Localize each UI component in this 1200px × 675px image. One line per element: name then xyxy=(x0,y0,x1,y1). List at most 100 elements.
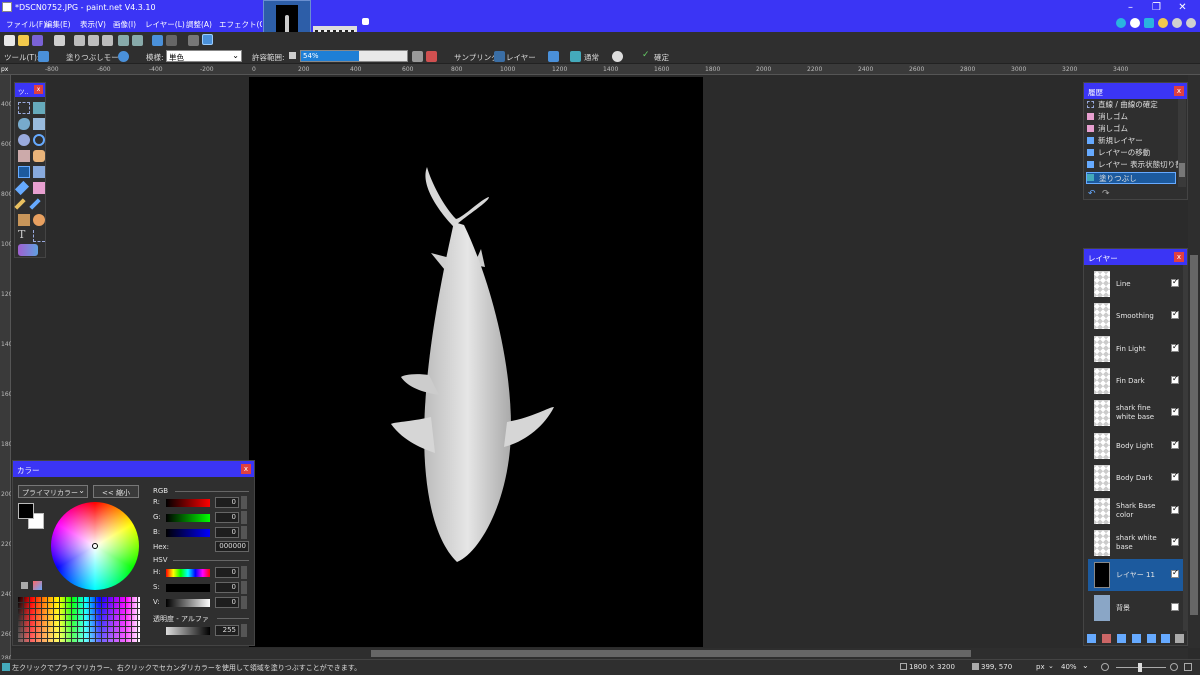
menu-image[interactable]: 画像(I) xyxy=(113,19,136,30)
paint-bucket-tool-icon[interactable] xyxy=(18,166,30,178)
layer-row[interactable]: Line xyxy=(1088,268,1183,300)
layer-visibility-checkbox[interactable] xyxy=(1171,536,1179,546)
pan-tool-icon[interactable] xyxy=(33,150,45,162)
move-selection-tool-icon[interactable] xyxy=(33,118,45,130)
gradient-tool-icon[interactable] xyxy=(33,166,45,178)
layer-visibility-checkbox[interactable] xyxy=(1171,374,1179,384)
image-canvas[interactable] xyxy=(249,77,703,647)
layer-row[interactable]: shark fine white base xyxy=(1088,397,1183,429)
value-slider[interactable] xyxy=(166,599,210,607)
tools-toggle-icon[interactable] xyxy=(1116,18,1126,28)
menu-edit[interactable]: 編集(E) xyxy=(45,19,71,30)
red-spinner[interactable] xyxy=(241,496,247,509)
antialias-icon[interactable] xyxy=(412,51,423,62)
alpha-spinner[interactable] xyxy=(241,624,247,637)
cut-icon[interactable] xyxy=(74,35,85,46)
blue-spinner[interactable] xyxy=(241,526,247,539)
new-file-icon[interactable] xyxy=(4,35,15,46)
blend-mode-icon[interactable] xyxy=(570,51,581,62)
settings-gear-icon[interactable] xyxy=(1172,18,1182,28)
green-value-field[interactable]: 0 xyxy=(215,512,239,523)
merge-down-icon[interactable] xyxy=(1132,634,1141,643)
blue-value-field[interactable]: 0 xyxy=(215,527,239,538)
red-value-field[interactable]: 0 xyxy=(215,497,239,508)
layer-visibility-checkbox[interactable] xyxy=(1171,309,1179,319)
selection-mode-icon[interactable] xyxy=(548,51,559,62)
save-icon[interactable] xyxy=(32,35,43,46)
value-spinner[interactable] xyxy=(241,596,247,609)
pencil-tool-icon[interactable] xyxy=(14,198,26,210)
layer-visibility-checkbox[interactable] xyxy=(1171,406,1179,416)
layer-visibility-checkbox[interactable] xyxy=(1171,504,1179,514)
history-scrollbar-thumb[interactable] xyxy=(1179,163,1185,177)
zoom-slider-thumb[interactable] xyxy=(1138,663,1142,672)
tab-dropdown-icon[interactable] xyxy=(362,18,369,25)
shapes-tool-icon[interactable] xyxy=(18,244,38,256)
ellipse-select-tool-icon[interactable] xyxy=(18,134,30,146)
history-item[interactable]: 直線 / 曲線の確定 xyxy=(1086,99,1176,111)
chevron-down-icon[interactable]: ⌄ xyxy=(1082,661,1089,670)
paintbrush-tool-icon[interactable] xyxy=(14,180,30,196)
zoom-out-icon[interactable] xyxy=(1101,663,1109,671)
layer-row[interactable]: shark white base xyxy=(1088,527,1183,559)
green-slider[interactable] xyxy=(166,514,210,522)
history-scrollbar[interactable] xyxy=(1178,99,1186,187)
close-icon[interactable]: x xyxy=(1174,252,1184,262)
lasso-select-tool-icon[interactable] xyxy=(18,118,30,130)
alpha-slider[interactable] xyxy=(166,627,210,635)
history-item[interactable]: 消しゴム xyxy=(1086,111,1176,123)
ruler-toggle-icon[interactable] xyxy=(202,34,213,45)
paint-bucket-tool-icon[interactable] xyxy=(38,51,49,62)
menu-adjustments[interactable]: 調整(A) xyxy=(186,19,212,30)
hue-value-field[interactable]: 0 xyxy=(215,567,239,578)
layer-row[interactable]: Fin Light xyxy=(1088,333,1183,365)
layers-toggle-icon[interactable] xyxy=(1144,18,1154,28)
layer-visibility-checkbox[interactable] xyxy=(1171,568,1179,578)
color-wheel[interactable] xyxy=(51,502,139,590)
layer-row[interactable]: Body Dark xyxy=(1088,462,1183,494)
minimize-button[interactable]: – xyxy=(1124,1,1137,14)
paste-icon[interactable] xyxy=(102,35,113,46)
line-curve-tool-icon[interactable] xyxy=(33,230,45,242)
value-value-field[interactable]: 0 xyxy=(215,597,239,608)
layer-row[interactable]: 背景 xyxy=(1088,592,1183,624)
help-icon[interactable] xyxy=(1186,18,1196,28)
close-icon[interactable]: x xyxy=(34,85,43,94)
layer-row-selected[interactable]: レイヤー 11 xyxy=(1088,559,1183,591)
menu-view[interactable]: 表示(V) xyxy=(80,19,106,30)
layer-visibility-checkbox[interactable] xyxy=(1171,603,1179,611)
chevron-down-icon[interactable]: ⌄ xyxy=(1048,662,1054,670)
hue-spinner[interactable] xyxy=(241,566,247,579)
zoom-value[interactable]: 40% xyxy=(1061,663,1077,671)
primary-color-select[interactable]: プライマリカラー ⌄ xyxy=(18,485,88,498)
layer-row[interactable]: Fin Dark xyxy=(1088,365,1183,397)
colors-toggle-icon[interactable] xyxy=(1158,18,1168,28)
layer-properties-icon[interactable] xyxy=(1175,634,1184,643)
fill-mode-icon[interactable] xyxy=(118,51,129,62)
menu-file[interactable]: ファイル(F) xyxy=(6,19,46,30)
tolerance-mode-icon[interactable] xyxy=(289,52,296,59)
move-layer-down-icon[interactable] xyxy=(1161,634,1170,643)
history-item[interactable]: 新規レイヤー xyxy=(1086,135,1176,147)
layer-visibility-checkbox[interactable] xyxy=(1171,471,1179,481)
menu-effects[interactable]: エフェクト(C) xyxy=(219,19,268,30)
shrink-button[interactable]: << 縮小 xyxy=(93,485,139,498)
close-window-button[interactable]: ✕ xyxy=(1176,1,1189,14)
close-icon[interactable]: x xyxy=(1174,86,1184,96)
rectangle-select-tool-icon[interactable] xyxy=(18,102,30,114)
layer-visibility-checkbox[interactable] xyxy=(1171,342,1179,352)
layer-visibility-checkbox[interactable] xyxy=(1171,439,1179,449)
alpha-value-field[interactable]: 255 xyxy=(215,625,239,636)
eraser-tool-icon[interactable] xyxy=(33,182,45,194)
text-tool-icon[interactable]: T xyxy=(18,229,30,241)
blue-slider[interactable] xyxy=(166,529,210,537)
history-toggle-icon[interactable] xyxy=(1130,18,1140,28)
clone-stamp-tool-icon[interactable] xyxy=(18,214,30,226)
palette-menu-icon[interactable] xyxy=(33,581,42,590)
green-spinner[interactable] xyxy=(241,511,247,524)
red-slider[interactable] xyxy=(166,499,210,507)
color-wheel-cursor[interactable] xyxy=(92,543,98,549)
move-selected-tool-icon[interactable] xyxy=(33,102,45,114)
horizontal-scrollbar-thumb[interactable] xyxy=(371,650,971,657)
history-item[interactable]: レイヤーの移動 xyxy=(1086,147,1176,159)
